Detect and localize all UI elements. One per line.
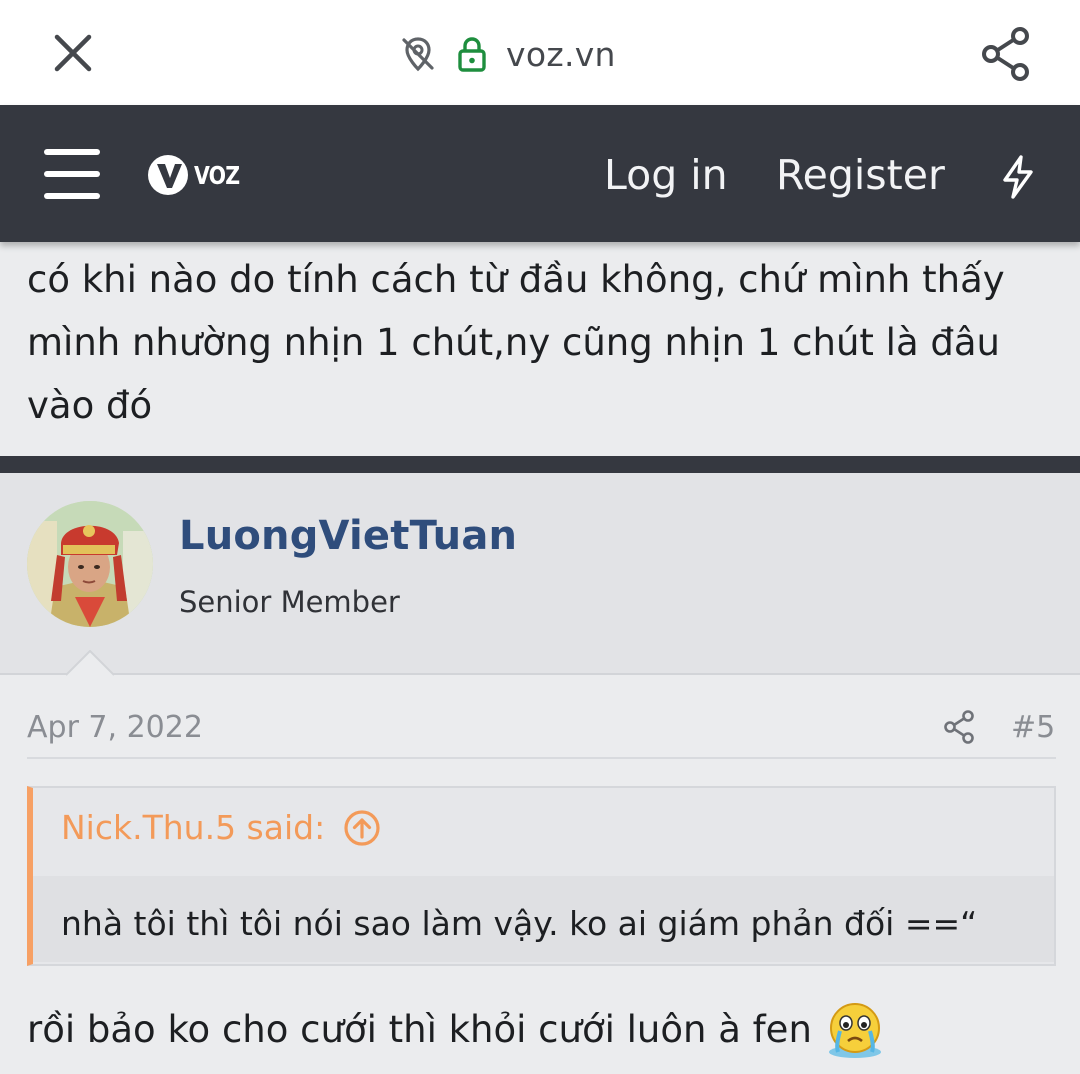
quote-author[interactable]: Nick.Thu.5 said: — [61, 808, 325, 847]
quote-block: Nick.Thu.5 said: nhà tôi thì tôi nói sao… — [27, 786, 1056, 966]
previous-post-text: có khi nào do tính cách từ đầu không, ch… — [27, 258, 1005, 427]
lightning-bolt-icon — [1003, 155, 1033, 199]
register-link[interactable]: Register — [776, 151, 945, 199]
post-date[interactable]: Apr 7, 2022 — [27, 710, 203, 745]
close-tab-button[interactable] — [44, 24, 102, 82]
share-icon — [944, 710, 974, 744]
post-share-button[interactable] — [940, 708, 978, 746]
site-logo[interactable]: VOZ — [146, 152, 249, 198]
hamburger-menu-icon[interactable] — [38, 143, 106, 205]
avatar[interactable] — [27, 501, 153, 627]
avatar-image — [27, 501, 153, 627]
login-link[interactable]: Log in — [604, 151, 728, 199]
voz-logo-icon — [148, 155, 188, 195]
post-divider — [0, 456, 1080, 473]
arrow-up-circle-icon — [344, 809, 380, 846]
username-link[interactable]: LuongVietTuan — [179, 513, 517, 559]
close-icon — [54, 34, 92, 72]
whats-new-button[interactable] — [990, 149, 1046, 205]
url-text: voz.vn — [506, 34, 616, 74]
crying-emoji-icon — [828, 1003, 881, 1058]
previous-post: có khi nào do tính cách từ đầu không, ch… — [0, 242, 1080, 456]
logo-text: VOZ — [194, 160, 240, 190]
post-message-text: rồi bảo ko cho cưới thì khỏi cưới luôn à… — [27, 1007, 812, 1051]
site-header: VOZ Log in Register — [0, 105, 1080, 242]
message-arrow — [66, 650, 114, 676]
browser-share-button[interactable] — [974, 22, 1038, 86]
lock-icon — [458, 37, 486, 72]
url-bar[interactable]: voz.vn — [398, 26, 616, 82]
post-user-block: LuongVietTuan Senior Member — [0, 473, 1080, 675]
browser-toolbar: voz.vn — [0, 0, 1080, 105]
quote-content: nhà tôi thì tôi nói sao làm vậy. ko ai g… — [61, 904, 978, 943]
quote-jump-button[interactable] — [343, 809, 381, 847]
post-number-link[interactable]: #5 — [1011, 710, 1055, 745]
location-off-icon — [402, 37, 434, 72]
user-title: Senior Member — [179, 585, 400, 619]
share-icon — [982, 27, 1029, 81]
post-body: Apr 7, 2022 #5 Nick.Thu.5 said: nhà tôi … — [0, 676, 1080, 1074]
meta-divider — [27, 757, 1056, 759]
post-message: rồi bảo ko cho cưới thì khỏi cưới luôn à… — [27, 998, 886, 1060]
